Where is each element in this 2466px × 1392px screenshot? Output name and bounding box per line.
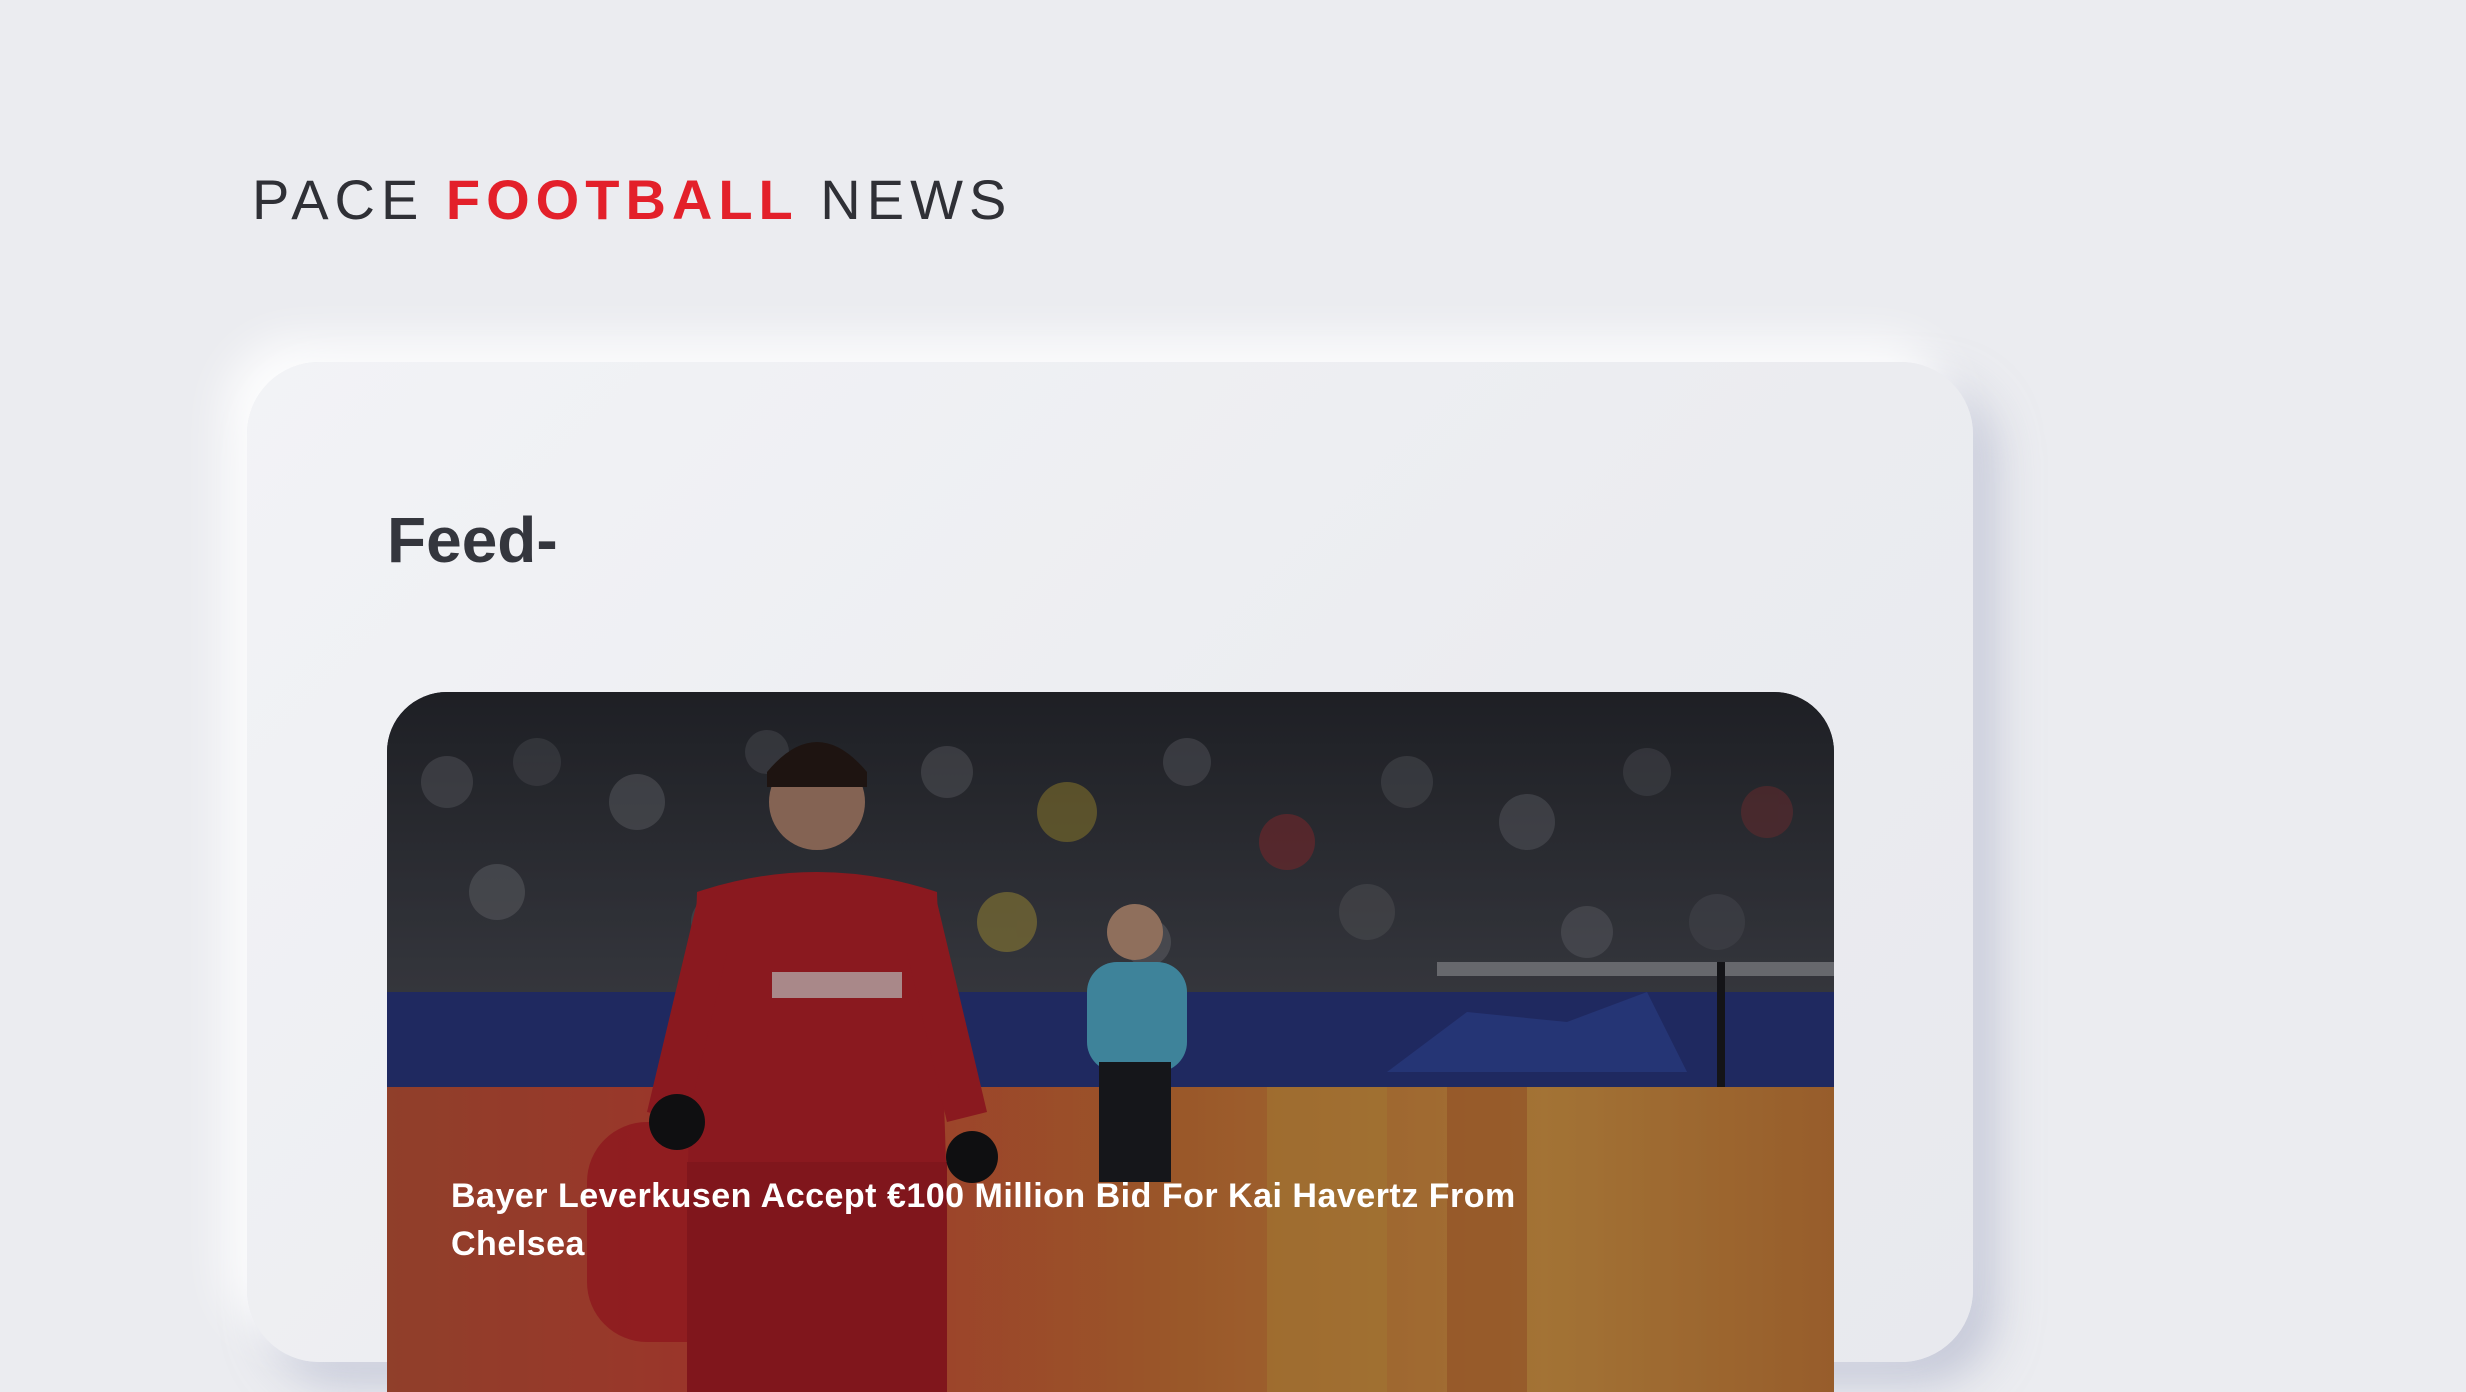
logo-text-news: NEWS xyxy=(798,168,1013,231)
article-card[interactable]: Bayer Leverkusen Accept €100 Million Bid… xyxy=(387,692,1834,1392)
site-logo[interactable]: PACE FOOTBALL NEWS xyxy=(252,168,1012,232)
image-overlay xyxy=(387,692,1834,1392)
feed-title: Feed- xyxy=(387,504,558,576)
article-headline[interactable]: Bayer Leverkusen Accept €100 Million Bid… xyxy=(451,1172,1571,1268)
feed-card: Feed- Bayer Leverkusen Accept €100 Milli… xyxy=(247,362,1973,1392)
logo-text-football: FOOTBALL xyxy=(445,168,799,231)
logo-text-pace: PACE xyxy=(252,168,446,231)
